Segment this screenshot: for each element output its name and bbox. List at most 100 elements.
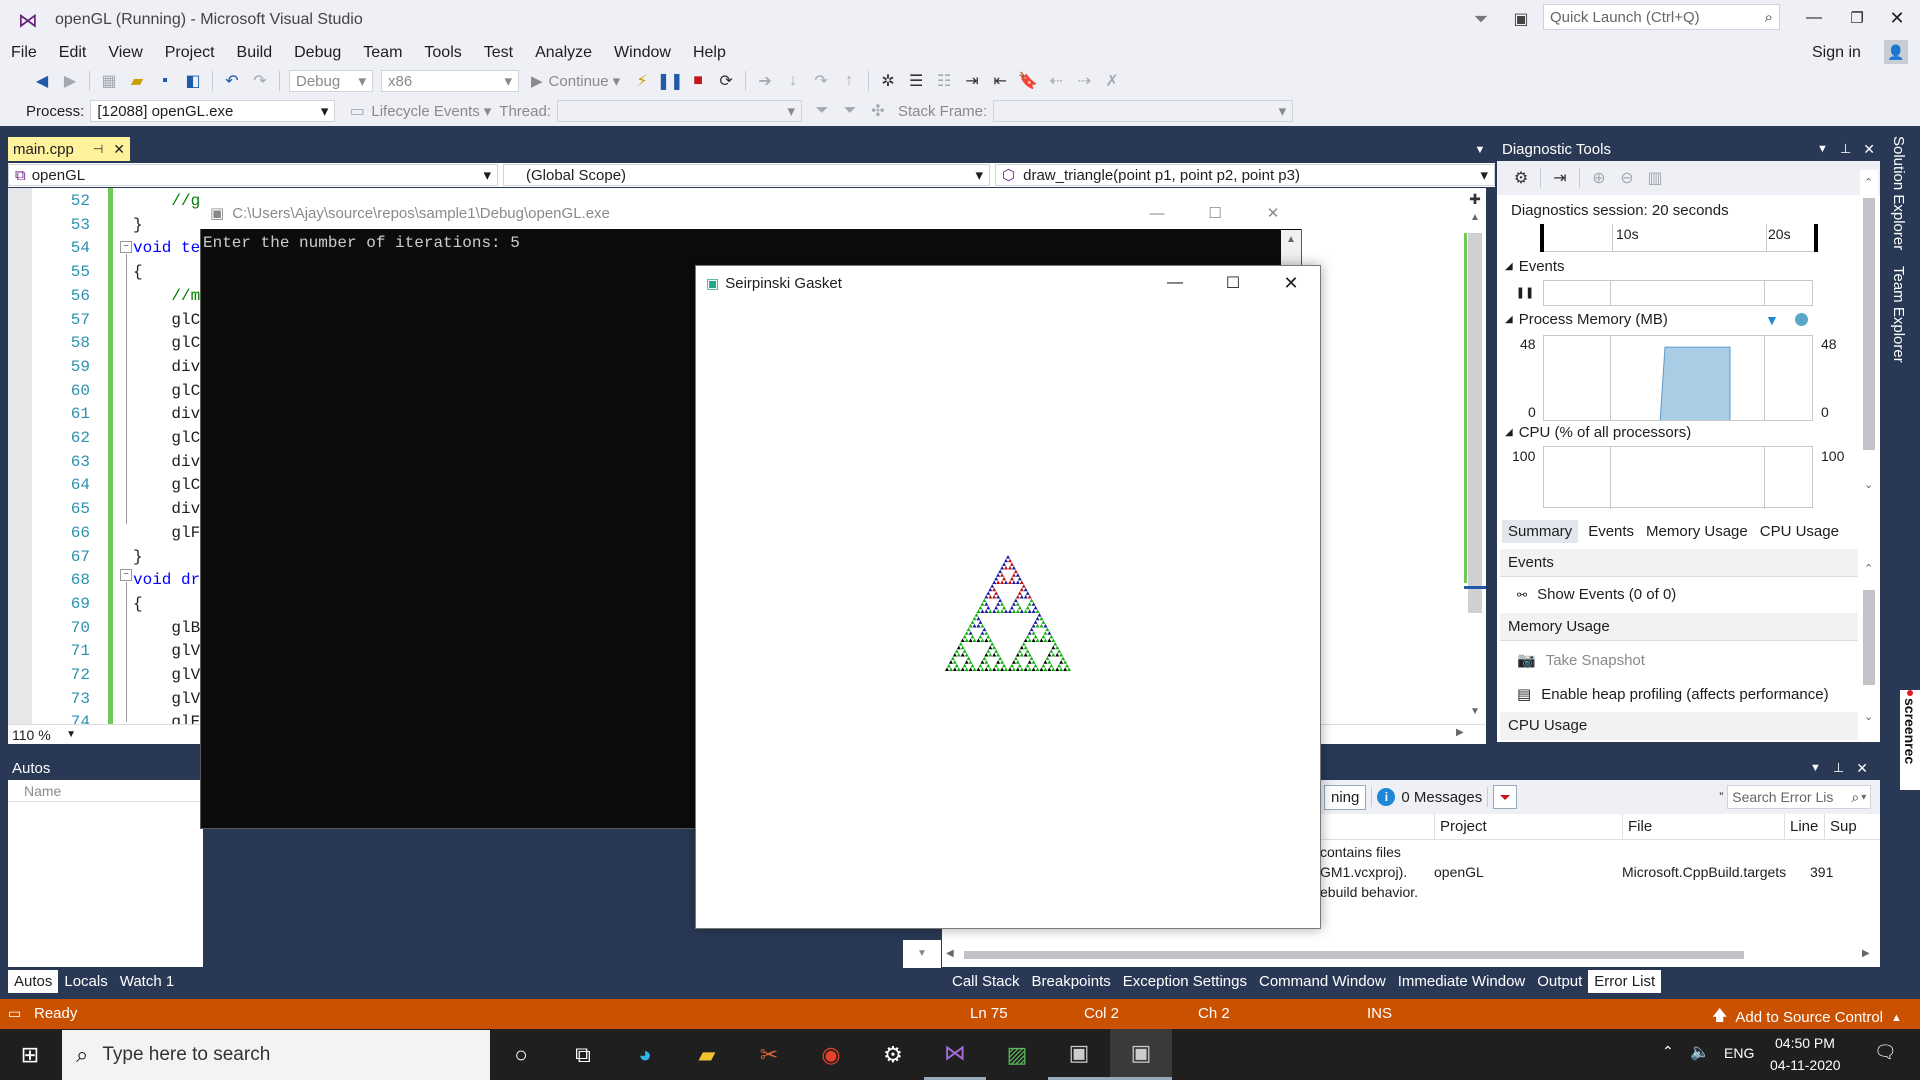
continue-button[interactable]: ▶ Continue ▾: [531, 72, 620, 91]
image-app-icon[interactable]: ▨: [986, 1029, 1048, 1080]
more-overflow-icon[interactable]: ”: [1719, 790, 1723, 804]
tab-output[interactable]: Output: [1531, 970, 1588, 993]
code-line[interactable]: glB: [133, 619, 200, 637]
save-all-icon[interactable]: ◧: [181, 69, 205, 93]
code-line[interactable]: glC: [133, 476, 200, 494]
scrollbar-thumb[interactable]: [1468, 233, 1482, 613]
restart-icon[interactable]: ⟳: [714, 69, 738, 93]
code-line[interactable]: glC: [133, 429, 200, 447]
snipping-tool-icon[interactable]: ✂: [738, 1029, 800, 1080]
scroll-down-arrow[interactable]: ⌄: [1864, 710, 1873, 723]
quick-launch-input[interactable]: Quick Launch (Ctrl+Q): [1550, 9, 1765, 26]
filter-icon[interactable]: ⏷: [1468, 6, 1494, 32]
edge-icon[interactable]: ◕: [614, 1029, 676, 1080]
uncomment-icon[interactable]: ☷: [932, 69, 956, 93]
code-line[interactable]: {: [133, 595, 143, 613]
step-into-icon[interactable]: ↓: [781, 69, 805, 93]
feedback-icon[interactable]: ▣: [1508, 6, 1534, 32]
tab-memory-usage[interactable]: Memory Usage: [1640, 520, 1754, 543]
scroll-up-arrow[interactable]: ▲: [1286, 234, 1296, 245]
opengl-app-icon[interactable]: ▣: [1110, 1029, 1172, 1080]
previous-bookmark-icon[interactable]: ⇠: [1044, 69, 1068, 93]
export-icon[interactable]: ⇥: [1548, 166, 1572, 190]
tab-overflow-icon[interactable]: ▼: [1472, 141, 1488, 159]
window-options-icon[interactable]: ▼: [1810, 762, 1821, 774]
menu-tools[interactable]: Tools: [413, 44, 472, 62]
menu-project[interactable]: Project: [154, 44, 226, 62]
windows-start-icon[interactable]: ⊞: [0, 1029, 60, 1080]
timeline-ruler[interactable]: 10s 20s: [1540, 224, 1818, 252]
code-line[interactable]: void dr: [133, 571, 200, 589]
menu-window[interactable]: Window: [603, 44, 682, 62]
tab-cpu-usage[interactable]: CPU Usage: [1754, 520, 1845, 543]
menu-debug[interactable]: Debug: [283, 44, 352, 62]
gasket-title-bar[interactable]: ▣ Seirpinski Gasket — ☐ ✕: [696, 266, 1320, 300]
add-to-source-control-button[interactable]: 🡅 Add to Source Control ▲: [1712, 1005, 1902, 1030]
close-tab-icon[interactable]: ✕: [113, 141, 125, 158]
code-line[interactable]: glV: [133, 642, 200, 660]
pin-icon[interactable]: ⊥: [1833, 760, 1844, 776]
close-button[interactable]: ✕: [1883, 6, 1911, 30]
menu-file[interactable]: File: [0, 44, 48, 62]
tab-locals[interactable]: Locals: [58, 970, 113, 993]
settings-gear-icon[interactable]: ⚙: [862, 1029, 924, 1080]
show-flagged-threads-icon[interactable]: ⏷: [838, 99, 862, 123]
taskbar-search-input[interactable]: Type here to search: [102, 1044, 270, 1066]
quick-launch-box[interactable]: Quick Launch (Ctrl+Q) ⌕: [1543, 4, 1780, 30]
tab-error-list[interactable]: Error List: [1588, 969, 1662, 993]
flag-threads-icon[interactable]: ⏷: [810, 99, 834, 123]
code-line[interactable]: }: [133, 216, 143, 234]
indent-icon[interactable]: ⇥: [960, 69, 984, 93]
horizontal-scroll-right-arrow[interactable]: ▶: [1456, 727, 1464, 738]
bookmark-icon[interactable]: 🔖: [1016, 69, 1040, 93]
scroll-right-arrow[interactable]: ▶: [1862, 948, 1870, 959]
zoom-dropdown[interactable]: 110 % ▼: [8, 727, 80, 743]
clear-filter-icon[interactable]: ⏷: [1493, 785, 1518, 809]
cortana-icon[interactable]: ○: [490, 1029, 552, 1080]
window-options-icon[interactable]: ▼: [1817, 143, 1828, 155]
hot-reload-icon[interactable]: ⚡: [630, 69, 654, 93]
project-dropdown[interactable]: ⧉ openGL ▾: [8, 164, 498, 186]
next-bookmark-icon[interactable]: ⇢: [1072, 69, 1096, 93]
summary-scrollbar[interactable]: ⌃ ⌄: [1860, 560, 1878, 740]
tab-watch-1[interactable]: Watch 1: [114, 970, 180, 993]
menu-view[interactable]: View: [97, 44, 153, 62]
tab-autos[interactable]: Autos: [8, 969, 59, 993]
zoom-in-icon[interactable]: ⊕: [1587, 166, 1611, 190]
pause-events-icon[interactable]: ❚❚: [1516, 285, 1534, 299]
error-horizontal-scrollbar[interactable]: ◀ ▶: [942, 945, 1880, 965]
console-title-bar[interactable]: ▣ C:\Users\Ajay\source\repos\sample1\Deb…: [200, 197, 1302, 229]
file-explorer-icon[interactable]: ▰: [676, 1029, 738, 1080]
tab-breakpoints[interactable]: Breakpoints: [1026, 970, 1117, 993]
team-explorer-tab[interactable]: Team Explorer: [1890, 266, 1907, 363]
close-button[interactable]: ✕: [1244, 204, 1302, 222]
code-line[interactable]: glC: [133, 311, 200, 329]
timeline-right-handle[interactable]: [1814, 224, 1818, 252]
navigate-forward-icon[interactable]: ▶: [58, 69, 82, 93]
code-line[interactable]: //g: [133, 192, 200, 210]
show-events-link[interactable]: ⚯ Show Events (0 of 0): [1517, 586, 1676, 603]
collapse-icon[interactable]: −: [120, 241, 132, 253]
column-name[interactable]: Name: [24, 783, 61, 799]
scrollbar-thumb[interactable]: [1863, 198, 1875, 450]
events-section-header[interactable]: ◢ Events: [1505, 258, 1565, 275]
volume-icon[interactable]: 🔈: [1690, 1042, 1710, 1062]
scope-dropdown[interactable]: (Global Scope) ▾: [503, 164, 990, 186]
minimize-button[interactable]: —: [1800, 6, 1828, 30]
solution-configuration-dropdown[interactable]: Debug ▾: [289, 70, 373, 92]
task-view-icon[interactable]: ⧉: [552, 1029, 614, 1080]
show-next-statement-icon[interactable]: ➔: [753, 69, 777, 93]
code-line[interactable]: //m: [133, 287, 200, 305]
tab-exception-settings[interactable]: Exception Settings: [1117, 970, 1253, 993]
code-line[interactable]: div: [133, 500, 200, 518]
zoom-out-icon[interactable]: ⊖: [1615, 166, 1639, 190]
taskbar-search-box[interactable]: ⌕ Type here to search: [62, 1030, 490, 1080]
save-icon[interactable]: ▪: [153, 69, 177, 93]
scroll-down-arrow[interactable]: ⌄: [1864, 478, 1873, 491]
pin-icon[interactable]: ⊥: [1840, 141, 1851, 157]
maximize-button[interactable]: ☐: [1186, 204, 1244, 222]
redo-icon[interactable]: ↷: [248, 69, 272, 93]
code-line[interactable]: div: [133, 405, 200, 423]
tab-events[interactable]: Events: [1582, 520, 1640, 543]
split-icon[interactable]: ✚: [1468, 191, 1482, 207]
